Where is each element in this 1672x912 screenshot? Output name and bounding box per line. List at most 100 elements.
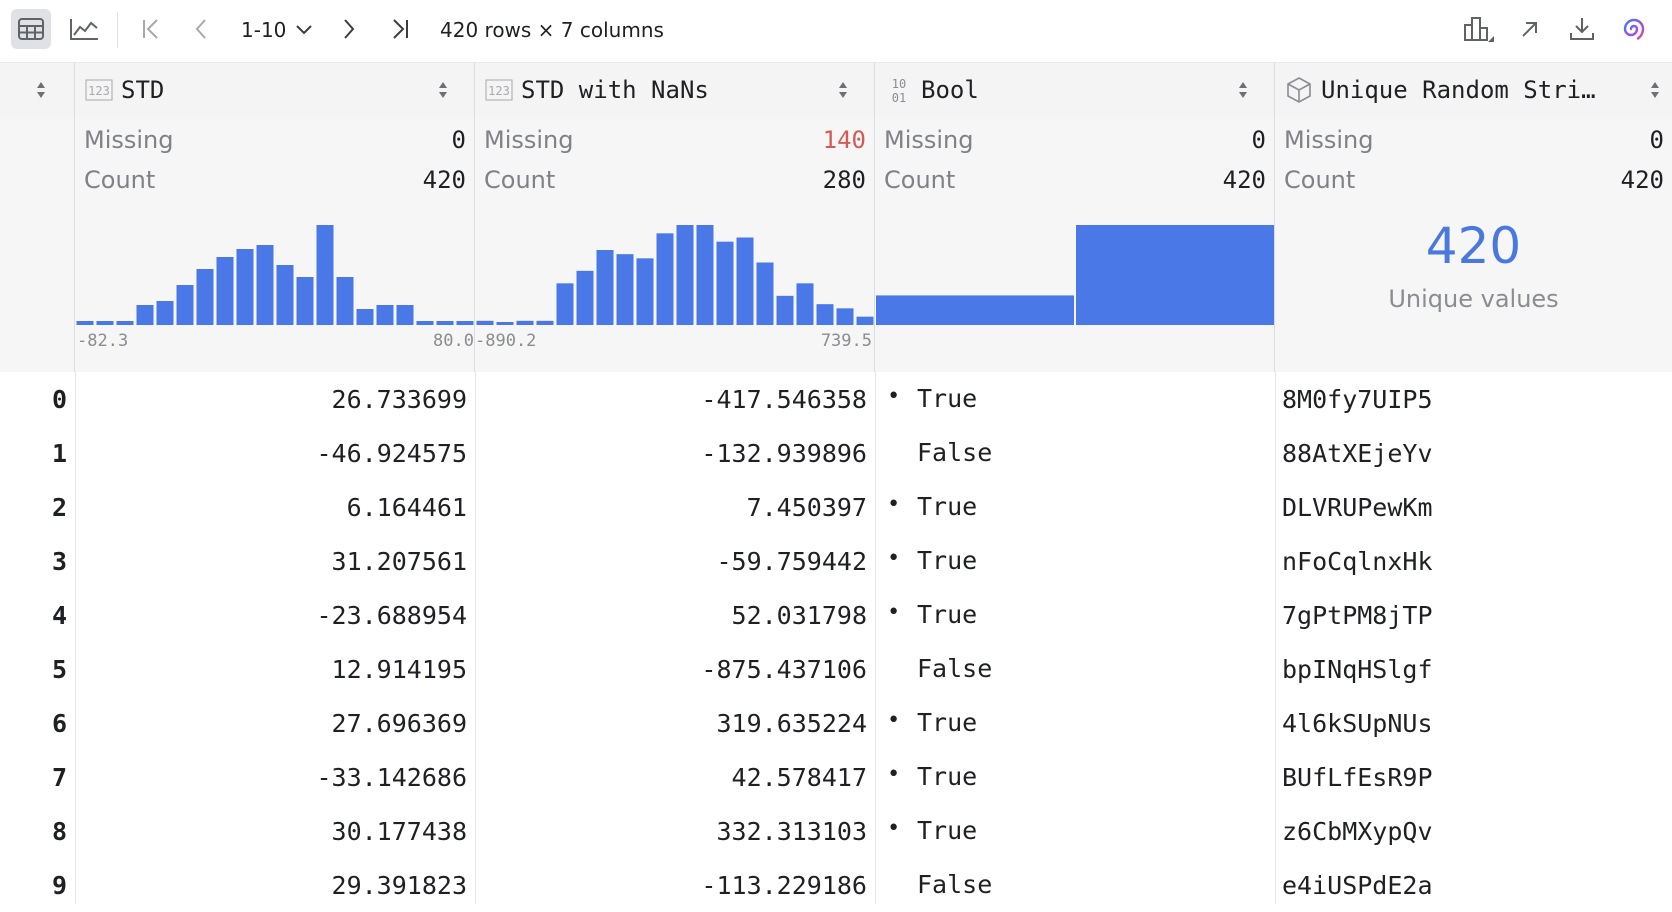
histogram-bar[interactable] [696, 225, 714, 325]
histogram-bar[interactable] [716, 241, 734, 325]
cell-std[interactable]: 6.164461 [75, 480, 475, 534]
sort-icon[interactable] [838, 81, 848, 99]
cell-std[interactable]: -23.688954 [75, 588, 475, 642]
histogram-bar[interactable] [276, 265, 294, 325]
table-row[interactable]: 5 12.914195 -875.437106 False bpINqHSlgf [0, 642, 1672, 696]
histogram-bar[interactable] [456, 321, 474, 325]
histogram-bar[interactable] [236, 249, 254, 325]
histogram-bar[interactable] [516, 320, 534, 325]
cell-bool[interactable]: • True [875, 534, 1275, 588]
column-header-std-with-nans[interactable]: 123 STD with NaNs [475, 63, 875, 117]
cell-std[interactable]: 27.696369 [75, 696, 475, 750]
table-row[interactable]: 8 30.177438 332.313103 • True z6CbMXypQv [0, 804, 1672, 858]
page-range-selector[interactable]: 1-10 [241, 14, 313, 46]
table-row[interactable]: 4 -23.688954 52.031798 • True 7gPtPM8jTP [0, 588, 1672, 642]
cell-bool[interactable]: • True [875, 804, 1275, 858]
cell-std-with-nans[interactable]: -132.939896 [475, 426, 875, 480]
cell-bool[interactable]: • True [875, 372, 1275, 426]
histogram-bar[interactable] [336, 277, 354, 325]
cell-std-with-nans[interactable]: 42.578417 [475, 750, 875, 804]
histogram-bar[interactable] [296, 277, 314, 325]
cell-unique-random-string[interactable]: 8M0fy7UIP5 [1275, 372, 1672, 426]
table-row[interactable]: 1 -46.924575 -132.939896 False 88AtXEjeYv [0, 426, 1672, 480]
cell-unique-random-string[interactable]: nFoCqlnxHk [1275, 534, 1672, 588]
histogram-bar[interactable] [636, 258, 654, 325]
column-header-unique-random-strings[interactable]: Unique Random Stri… [1275, 63, 1672, 117]
cell-unique-random-string[interactable]: z6CbMXypQv [1275, 804, 1672, 858]
histogram-bar[interactable] [556, 283, 574, 325]
cell-std[interactable]: -46.924575 [75, 426, 475, 480]
next-page-button[interactable] [329, 9, 369, 49]
histogram-bar[interactable] [76, 321, 94, 325]
histogram-bar[interactable] [776, 295, 794, 325]
cell-unique-random-string[interactable]: 88AtXEjeYv [1275, 426, 1672, 480]
cell-unique-random-string[interactable]: BUfLfEsR9P [1275, 750, 1672, 804]
histogram-bar[interactable] [256, 245, 274, 325]
previous-page-button[interactable] [181, 9, 221, 49]
histogram-bar[interactable] [856, 316, 874, 325]
cell-std-with-nans[interactable]: 7.450397 [475, 480, 875, 534]
histogram-bar[interactable] [496, 322, 514, 325]
table-row[interactable]: 0 26.733699 -417.546358 • True 8M0fy7UIP5 [0, 372, 1672, 426]
histogram-bar[interactable] [316, 225, 334, 325]
column-header-bool[interactable]: 10 01 Bool [875, 63, 1275, 117]
cell-std[interactable]: 12.914195 [75, 642, 475, 696]
sort-icon[interactable] [1650, 81, 1660, 99]
histogram-bar[interactable] [136, 305, 154, 325]
cell-std[interactable]: 31.207561 [75, 534, 475, 588]
sort-icon[interactable] [438, 81, 448, 99]
table-row[interactable]: 2 6.164461 7.450397 • True DLVRUPewKm [0, 480, 1672, 534]
sort-icon[interactable] [1238, 81, 1248, 99]
ai-assistant-button[interactable] [1614, 9, 1654, 49]
histogram-bar[interactable] [836, 308, 854, 325]
histogram-bar[interactable] [96, 321, 114, 325]
cell-std-with-nans[interactable]: -875.437106 [475, 642, 875, 696]
histogram-bar[interactable] [756, 262, 774, 326]
histogram-bar[interactable] [416, 321, 434, 325]
histogram-std-with-nans[interactable] [475, 225, 875, 325]
histogram-bar[interactable] [536, 320, 554, 325]
cell-bool[interactable]: False [875, 642, 1275, 696]
table-row[interactable]: 7 -33.142686 42.578417 • True BUfLfEsR9P [0, 750, 1672, 804]
histogram-bar[interactable] [1076, 225, 1274, 325]
histogram-bar[interactable] [376, 305, 394, 325]
cell-bool[interactable]: False [875, 426, 1275, 480]
cell-std-with-nans[interactable]: -417.546358 [475, 372, 875, 426]
histogram-bool[interactable] [875, 225, 1275, 325]
cell-unique-random-string[interactable]: 4l6kSUpNUs [1275, 696, 1672, 750]
histogram-bar[interactable] [616, 254, 634, 325]
cell-bool[interactable]: • True [875, 588, 1275, 642]
cell-unique-random-string[interactable]: 7gPtPM8jTP [1275, 588, 1672, 642]
table-view-button[interactable] [11, 9, 51, 49]
histogram-bar[interactable] [596, 250, 614, 325]
first-page-button[interactable] [131, 9, 171, 49]
chart-view-button[interactable] [64, 9, 104, 49]
histogram-bar[interactable] [656, 233, 674, 325]
histogram-bar[interactable] [436, 321, 454, 325]
open-in-editor-button[interactable] [1510, 9, 1550, 49]
column-chart-button[interactable] [1459, 9, 1499, 49]
histogram-bar[interactable] [476, 320, 494, 325]
last-page-button[interactable] [380, 9, 420, 49]
cell-bool[interactable]: • True [875, 750, 1275, 804]
histogram-std[interactable] [75, 225, 475, 325]
histogram-bar[interactable] [176, 285, 194, 325]
histogram-bar[interactable] [216, 257, 234, 325]
cell-std[interactable]: -33.142686 [75, 750, 475, 804]
column-header-std[interactable]: 123 STD [75, 63, 475, 117]
histogram-bar[interactable] [196, 269, 214, 325]
cell-std-with-nans[interactable]: -59.759442 [475, 534, 875, 588]
cell-std-with-nans[interactable]: 319.635224 [475, 696, 875, 750]
histogram-bar[interactable] [156, 301, 174, 325]
histogram-bar[interactable] [676, 225, 694, 325]
index-column-header[interactable] [0, 63, 75, 117]
cell-std[interactable]: 30.177438 [75, 804, 475, 858]
cell-bool[interactable]: • True [875, 480, 1275, 534]
histogram-bar[interactable] [396, 305, 414, 325]
histogram-bar[interactable] [816, 304, 834, 325]
download-button[interactable] [1562, 9, 1602, 49]
cell-unique-random-string[interactable]: bpINqHSlgf [1275, 642, 1672, 696]
cell-std-with-nans[interactable]: 332.313103 [475, 804, 875, 858]
cell-unique-random-string[interactable]: DLVRUPewKm [1275, 480, 1672, 534]
histogram-bar[interactable] [356, 309, 374, 325]
